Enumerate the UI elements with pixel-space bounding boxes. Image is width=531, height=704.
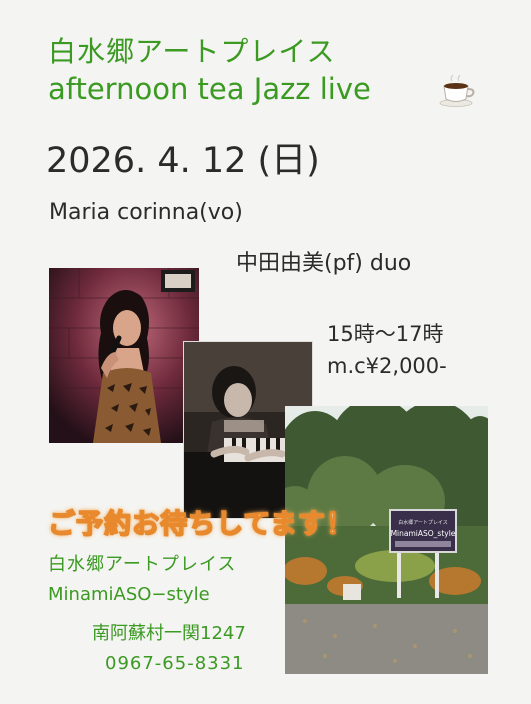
venue-sign-text: MinamiASO_style (391, 529, 456, 538)
venue-title: 白水郷アートプレイス (48, 35, 336, 68)
venue-name-en: MinamiASO−style (48, 584, 210, 605)
event-price: m.c¥2,000- (327, 354, 447, 378)
coffee-cup-icon (439, 74, 475, 107)
reservation-message: ご予約お待ちしてます！ (47, 508, 354, 541)
venue-phone: 0967-65-8331 (105, 653, 245, 674)
svg-text:白水郷アートプレイス: 白水郷アートプレイス (398, 519, 448, 526)
venue-address: 南阿蘇村一関1247 (92, 623, 246, 644)
event-title: afternoon tea Jazz live (48, 72, 371, 106)
performer-vocal: Maria corinna(vo) (49, 200, 243, 225)
event-date: 2026. 4. 12 (日) (46, 141, 320, 181)
venue-name-jp: 白水郷アートプレイス (48, 554, 237, 575)
singer-photo (49, 268, 199, 443)
event-time: 15時〜17時 (327, 322, 444, 346)
performer-piano: 中田由美(pf) duo (236, 251, 412, 276)
